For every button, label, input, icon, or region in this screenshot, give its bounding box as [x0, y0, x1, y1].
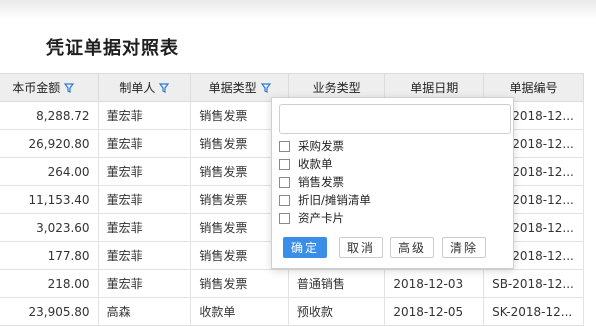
column-label: 单据日期 — [410, 81, 459, 95]
top-shadow-strip — [0, 0, 596, 20]
advanced-button[interactable]: 高级 — [390, 237, 434, 258]
filter-option[interactable]: 采购发票 — [279, 138, 344, 154]
filter-icon[interactable] — [159, 83, 170, 93]
amount-cell: 218.00 — [0, 269, 99, 298]
doc-date-cell: 2018-12-03 — [384, 269, 485, 298]
creator-cell: 董宏菲 — [97, 269, 192, 298]
filter-option[interactable]: 折旧/摊销清单 — [279, 192, 371, 208]
amount-cell: 11,153.40 — [0, 185, 99, 214]
cancel-button[interactable]: 取消 — [339, 237, 383, 258]
filter-option-label: 采购发票 — [298, 139, 344, 153]
checkbox[interactable] — [279, 176, 290, 188]
column-label: 制单人 — [119, 81, 156, 95]
page-title: 凭证单据对照表 — [46, 38, 179, 59]
creator-cell: 董宏菲 — [97, 185, 192, 214]
checkbox[interactable] — [279, 158, 290, 170]
amount-cell: 3,023.60 — [0, 213, 99, 242]
filter-option-label: 销售发票 — [298, 175, 344, 189]
creator-cell: 董宏菲 — [97, 101, 192, 130]
filter-option[interactable]: 资产卡片 — [279, 210, 344, 226]
column-label: 单据编号 — [509, 81, 558, 95]
doc-type-cell: 销售发票 — [190, 269, 289, 298]
amount-cell: 264.00 — [0, 157, 99, 186]
column-label: 本币金额 — [12, 81, 61, 95]
creator-cell: 董宏菲 — [97, 241, 192, 270]
filter-option[interactable]: 收款单 — [279, 156, 333, 172]
creator-cell: 董宏菲 — [97, 157, 192, 186]
checkbox[interactable] — [279, 140, 290, 152]
column-header-creator[interactable]: 制单人 — [97, 73, 192, 102]
clear-button[interactable]: 清除 — [442, 237, 486, 258]
filter-option-label: 折旧/摊销清单 — [298, 193, 371, 207]
doc-no-link[interactable]: SB-2018-12... — [483, 269, 584, 298]
filter-option-label: 资产卡片 — [298, 211, 344, 225]
filter-search-input[interactable] — [279, 104, 511, 134]
filter-icon[interactable] — [64, 83, 75, 93]
filter-option-label: 收款单 — [298, 157, 333, 171]
biz-type-cell: 普通销售 — [287, 269, 386, 298]
creator-cell: 董宏菲 — [97, 129, 192, 158]
creator-cell: 董宏菲 — [97, 213, 192, 242]
confirm-button[interactable]: 确定 — [283, 237, 327, 258]
checkbox[interactable] — [279, 194, 290, 206]
filter-icon[interactable] — [260, 83, 271, 93]
amount-cell: 8,288.72 — [0, 101, 99, 130]
column-label: 业务类型 — [312, 81, 361, 95]
column-header-amount[interactable]: 本币金额 — [0, 73, 99, 102]
column-label: 单据类型 — [208, 81, 257, 95]
amount-cell: 177.80 — [0, 241, 99, 270]
filter-option[interactable]: 销售发票 — [279, 174, 344, 190]
table-row[interactable]: 218.00 董宏菲 销售发票 普通销售 2018-12-03 SB-2018-… — [0, 269, 584, 298]
amount-cell: 26,920.80 — [0, 129, 99, 158]
checkbox[interactable] — [279, 212, 290, 224]
filter-popup: 采购发票 收款单 销售发票 折旧/摊销清单 资产卡片 确定 取消 高级 清除 — [271, 97, 514, 269]
